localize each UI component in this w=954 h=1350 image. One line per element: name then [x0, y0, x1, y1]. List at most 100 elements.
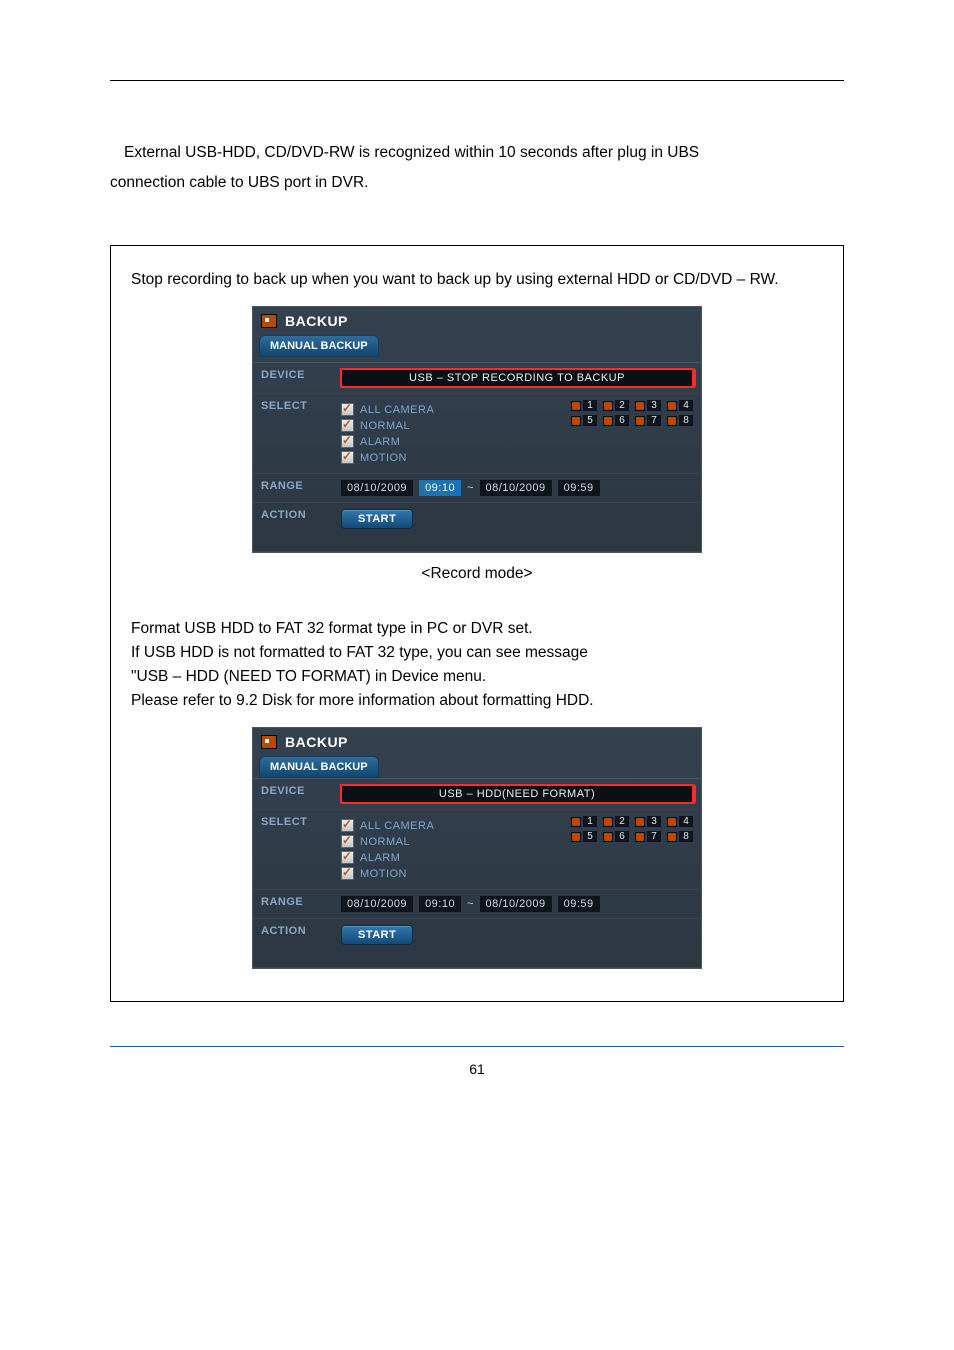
tab-manual-backup[interactable]: MANUAL BACKUP — [259, 756, 379, 778]
bottom-horizontal-rule — [110, 1046, 844, 1047]
camera-chip-4[interactable]: 4 — [667, 816, 693, 827]
camera-chip-2[interactable]: 2 — [603, 816, 629, 827]
camera-dot-icon — [571, 832, 581, 842]
camera-dot-icon — [603, 817, 613, 827]
label-normal: NORMAL — [360, 420, 410, 432]
camera-num: 7 — [647, 415, 661, 426]
camera-num: 5 — [583, 415, 597, 426]
callout-text: Stop recording to back up when you want … — [131, 268, 823, 292]
label-normal: NORMAL — [360, 836, 410, 848]
camera-chip-5[interactable]: 5 — [571, 415, 597, 426]
select-label: SELECT — [253, 394, 333, 474]
camera-dot-icon — [571, 401, 581, 411]
range-from-date[interactable]: 08/10/2009 — [341, 480, 413, 496]
camera-dot-icon — [667, 401, 677, 411]
camera-chip-7[interactable]: 7 — [635, 415, 661, 426]
action-label: ACTION — [253, 919, 333, 968]
checkbox-motion[interactable] — [341, 451, 354, 464]
highlight-marker — [692, 785, 696, 803]
camera-num: 6 — [615, 415, 629, 426]
camera-chip-3[interactable]: 3 — [635, 816, 661, 827]
panel-title-row: BACKUP — [253, 307, 701, 335]
range-to-time[interactable]: 09:59 — [558, 896, 600, 912]
camera-chip-1[interactable]: 1 — [571, 816, 597, 827]
mid-line-4: Please refer to 9.2 Disk for more inform… — [131, 689, 823, 713]
checkbox-alarm[interactable] — [341, 435, 354, 448]
caption-record-mode: <Record mode> — [131, 565, 823, 583]
mid-line-3: "USB – HDD (NEED TO FORMAT) in Device me… — [131, 665, 823, 689]
camera-chip-6[interactable]: 6 — [603, 831, 629, 842]
range-label: RANGE — [253, 890, 333, 919]
device-label: DEVICE — [253, 779, 333, 810]
label-alarm: ALARM — [360, 436, 400, 448]
camera-dot-icon — [667, 817, 677, 827]
range-to-time[interactable]: 09:59 — [558, 480, 600, 496]
action-label: ACTION — [253, 503, 333, 552]
camera-dot-icon — [667, 416, 677, 426]
camera-chip-7[interactable]: 7 — [635, 831, 661, 842]
label-motion: MOTION — [360, 452, 407, 464]
camera-dot-icon — [635, 832, 645, 842]
checkbox-all-camera[interactable] — [341, 819, 354, 832]
checkbox-normal[interactable] — [341, 419, 354, 432]
callout-box: Stop recording to back up when you want … — [110, 245, 844, 1002]
camera-num: 2 — [615, 816, 629, 827]
camera-num: 8 — [679, 415, 693, 426]
device-value-cell: USB – HDD(NEED FORMAT) — [333, 779, 701, 810]
camera-chip-5[interactable]: 5 — [571, 831, 597, 842]
start-button[interactable]: START — [341, 925, 413, 945]
camera-num: 2 — [615, 400, 629, 411]
camera-chip-8[interactable]: 8 — [667, 415, 693, 426]
mid-line-1: Format USB HDD to FAT 32 format type in … — [131, 617, 823, 641]
camera-chip-3[interactable]: 3 — [635, 400, 661, 411]
highlight-marker — [692, 369, 696, 387]
start-button[interactable]: START — [341, 509, 413, 529]
camera-dot-icon — [635, 416, 645, 426]
range-tilde: ~ — [467, 898, 473, 910]
select-cell: ALL CAMERA NORMAL ALARM MOTION 1 2 3 4 — [333, 394, 701, 474]
camera-dot-icon — [603, 401, 613, 411]
camera-num: 4 — [679, 816, 693, 827]
camera-num: 7 — [647, 831, 661, 842]
camera-num: 8 — [679, 831, 693, 842]
page-number: 61 — [110, 1061, 844, 1077]
camera-dot-icon — [571, 416, 581, 426]
device-value-text: USB – HDD(NEED FORMAT) — [439, 788, 595, 800]
device-value-cell: USB – STOP RECORDING TO BACKUP — [333, 363, 701, 394]
panel-title: BACKUP — [285, 313, 348, 329]
range-from-time[interactable]: 09:10 — [419, 480, 461, 496]
action-cell: START — [333, 503, 701, 552]
camera-num: 3 — [647, 400, 661, 411]
intro-line-2: connection cable to UBS port in DVR. — [110, 171, 844, 195]
camera-dot-icon — [667, 832, 677, 842]
top-horizontal-rule — [110, 80, 844, 81]
label-motion: MOTION — [360, 868, 407, 880]
checkbox-alarm[interactable] — [341, 851, 354, 864]
camera-dot-icon — [571, 817, 581, 827]
checkbox-motion[interactable] — [341, 867, 354, 880]
camera-num: 3 — [647, 816, 661, 827]
select-cell: ALL CAMERA NORMAL ALARM MOTION 1 2 3 4 — [333, 810, 701, 890]
camera-chip-6[interactable]: 6 — [603, 415, 629, 426]
mid-line-2: If USB HDD is not formatted to FAT 32 ty… — [131, 641, 823, 665]
range-tilde: ~ — [467, 482, 473, 494]
range-to-date[interactable]: 08/10/2009 — [480, 480, 552, 496]
camera-dot-icon — [603, 832, 613, 842]
camera-num: 4 — [679, 400, 693, 411]
camera-num: 1 — [583, 400, 597, 411]
range-from-date[interactable]: 08/10/2009 — [341, 896, 413, 912]
label-alarm: ALARM — [360, 852, 400, 864]
checkbox-normal[interactable] — [341, 835, 354, 848]
device-dropdown[interactable]: USB – STOP RECORDING TO BACKUP — [341, 369, 693, 387]
device-dropdown[interactable]: USB – HDD(NEED FORMAT) — [341, 785, 693, 803]
tab-manual-backup[interactable]: MANUAL BACKUP — [259, 335, 379, 357]
camera-chip-2[interactable]: 2 — [603, 400, 629, 411]
device-label: DEVICE — [253, 363, 333, 394]
checkbox-all-camera[interactable] — [341, 403, 354, 416]
label-all-camera: ALL CAMERA — [360, 820, 434, 832]
camera-chip-8[interactable]: 8 — [667, 831, 693, 842]
camera-chip-1[interactable]: 1 — [571, 400, 597, 411]
camera-chip-4[interactable]: 4 — [667, 400, 693, 411]
range-from-time[interactable]: 09:10 — [419, 896, 461, 912]
range-to-date[interactable]: 08/10/2009 — [480, 896, 552, 912]
